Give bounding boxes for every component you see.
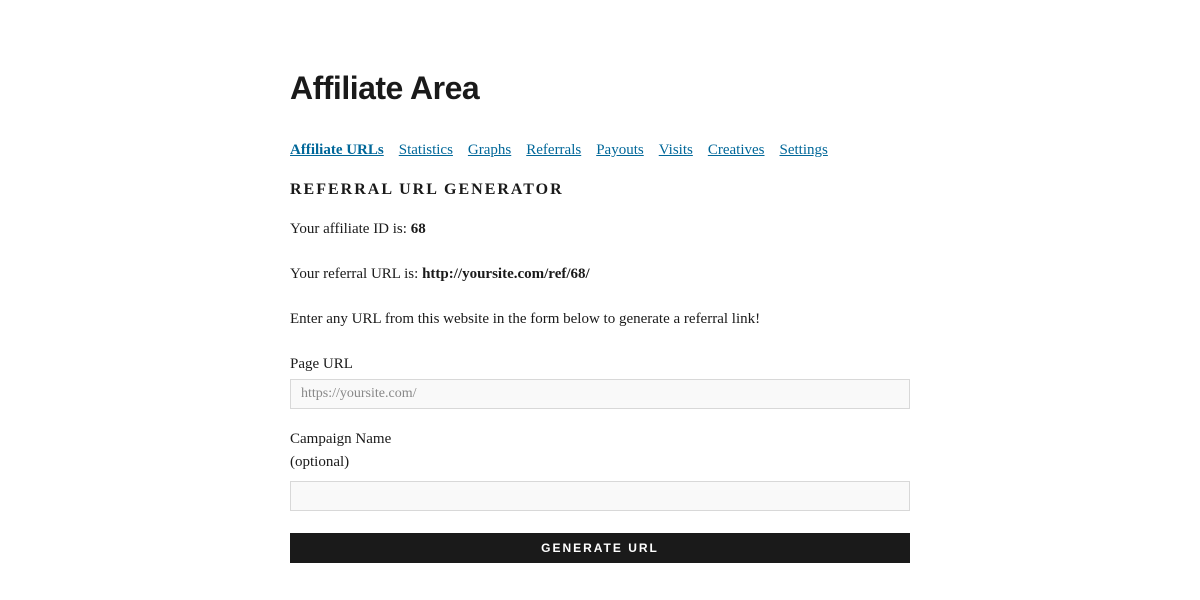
section-heading: REFERRAL URL GENERATOR: [290, 181, 910, 199]
tab-graphs[interactable]: Graphs: [468, 142, 511, 159]
tab-statistics[interactable]: Statistics: [399, 142, 453, 159]
campaign-name-input[interactable]: [290, 481, 910, 511]
campaign-name-label: Campaign Name: [290, 431, 910, 448]
generate-url-button[interactable]: GENERATE URL: [290, 533, 910, 563]
referral-url-line: Your referral URL is: http://yoursite.co…: [290, 266, 910, 283]
referral-url-label: Your referral URL is:: [290, 266, 422, 282]
referral-url-value: http://yoursite.com/ref/68/: [422, 266, 590, 282]
tab-settings[interactable]: Settings: [780, 142, 828, 159]
tab-creatives[interactable]: Creatives: [708, 142, 765, 159]
tab-payouts[interactable]: Payouts: [596, 142, 644, 159]
affiliate-id-line: Your affiliate ID is: 68: [290, 221, 910, 238]
instructions-text: Enter any URL from this website in the f…: [290, 311, 910, 328]
tab-affiliate-urls[interactable]: Affiliate URLs: [290, 142, 384, 159]
campaign-name-sublabel: (optional): [290, 454, 910, 471]
tab-referrals[interactable]: Referrals: [526, 142, 581, 159]
page-url-input[interactable]: [290, 379, 910, 409]
tab-visits[interactable]: Visits: [659, 142, 693, 159]
page-url-label: Page URL: [290, 356, 910, 373]
page-title: Affiliate Area: [290, 70, 910, 107]
tabs-nav: Affiliate URLs Statistics Graphs Referra…: [290, 142, 910, 159]
affiliate-id-value: 68: [411, 221, 426, 237]
affiliate-id-label: Your affiliate ID is:: [290, 221, 411, 237]
